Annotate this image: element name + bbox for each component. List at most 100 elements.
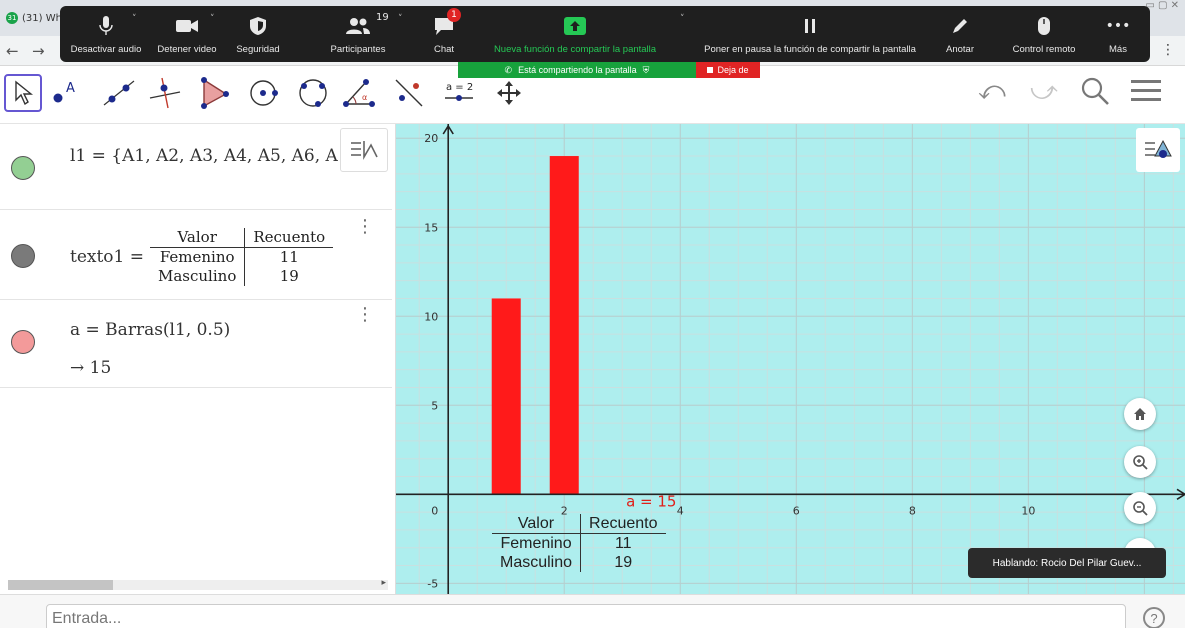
chat-label: Chat <box>433 44 455 55</box>
y-tick-label: 10 <box>424 310 438 323</box>
tab-notification-badge: 31 <box>6 12 18 24</box>
more-button[interactable]: ••• Más <box>1090 6 1146 62</box>
table-cell: Femenino <box>150 247 246 267</box>
stop-video-button[interactable]: ˅ Detener video <box>148 6 226 62</box>
scroll-right-arrow-icon[interactable]: ▸ <box>381 578 386 588</box>
table-cell: 19 <box>614 554 633 571</box>
x-tick-label: 8 <box>909 504 916 517</box>
visibility-toggle-texto1[interactable] <box>11 244 35 268</box>
chevron-down-icon[interactable]: ˅ <box>132 14 137 24</box>
row-menu-icon[interactable]: ⋮ <box>356 216 374 237</box>
undo-icon[interactable]: ⤺ <box>978 76 1006 107</box>
stop-share-button[interactable]: Deja de <box>696 62 760 78</box>
row-menu-icon[interactable]: ⋮ <box>356 304 374 325</box>
mute-audio-label: Desactivar audio <box>70 44 142 55</box>
point-tool-icon[interactable]: A <box>46 74 84 112</box>
x-tick-label: 4 <box>677 504 684 517</box>
table-header: Recuento <box>244 228 334 248</box>
annotate-button[interactable]: Anotar <box>934 6 986 62</box>
chevron-down-icon[interactable]: ˅ <box>398 14 403 24</box>
line-tool-icon[interactable] <box>100 74 138 112</box>
more-label: Más <box>1109 44 1127 55</box>
y-tick-label: -5 <box>427 577 438 590</box>
forward-arrow-icon[interactable]: → <box>32 42 45 60</box>
security-button[interactable]: Seguridad <box>226 6 290 62</box>
y-tick-label: 20 <box>424 132 438 145</box>
chevron-down-icon[interactable]: ˅ <box>210 14 215 24</box>
bars-definition: a = Barras(l1, 0.5) <box>70 320 231 340</box>
zoom-in-icon[interactable] <box>1124 446 1156 478</box>
redo-icon[interactable]: ⤻ <box>1030 76 1058 107</box>
pause-share-button[interactable]: Poner en pausa la función de compartir l… <box>678 6 942 62</box>
graphics-style-button[interactable] <box>1136 128 1180 172</box>
bars-value-annotation: a = 15 <box>626 492 676 510</box>
table-cell: Femenino <box>492 533 582 553</box>
graphics-view[interactable]: 24681012-551015200a = 15 ValorRecuento F… <box>396 124 1185 594</box>
move-tool-icon[interactable] <box>4 74 42 112</box>
y-tick-label: 15 <box>424 221 438 234</box>
visibility-toggle-a[interactable] <box>11 330 35 354</box>
new-share-button[interactable]: ˅ Nueva función de compartir la pantalla <box>480 6 685 62</box>
bar <box>491 298 521 495</box>
mute-audio-button[interactable]: ˅ Desactivar audio <box>64 6 148 62</box>
participants-count: 19 <box>376 12 389 23</box>
remote-control-label: Control remoto <box>1012 44 1076 55</box>
algebra-style-button[interactable] <box>340 128 388 172</box>
slider-tool-label: a = 2 <box>446 82 473 93</box>
graph-frequency-table: Valor Recuento Femenino 11 Masculino 19 <box>492 514 666 572</box>
command-input[interactable] <box>46 604 1126 628</box>
table-cell: 19 <box>279 267 299 285</box>
back-arrow-icon[interactable]: ← <box>6 42 19 60</box>
svg-text:α: α <box>362 93 367 102</box>
stop-video-label: Detener video <box>157 44 217 55</box>
algebra-row-a[interactable]: a = Barras(l1, 0.5) → 15 ⋮ <box>0 300 392 388</box>
frequency-table: Valor Recuento Femenino 11 Masculino 19 <box>150 228 334 286</box>
algebra-row-l1[interactable]: l1 = {A1, A2, A3, A4, A5, A6, A <box>0 124 392 210</box>
browser-menu-icon[interactable]: ⋮ <box>1161 42 1175 58</box>
browser-tab[interactable]: 31 (31) Wh <box>6 6 66 30</box>
perpendicular-tool-icon[interactable] <box>146 74 184 112</box>
shield-icon: ⛨ <box>642 64 650 75</box>
zoom-out-icon[interactable] <box>1124 492 1156 524</box>
move-graphics-icon[interactable] <box>490 74 528 112</box>
help-icon[interactable]: ? <box>1143 607 1165 628</box>
table-header: Valor <box>150 228 246 248</box>
table-header: Valor <box>492 514 582 534</box>
participants-button[interactable]: 19 ˅ Participantes <box>310 6 406 62</box>
algebra-scrollbar[interactable]: ▸ <box>8 578 388 590</box>
svg-text:A: A <box>66 81 75 96</box>
sharing-status-banner: ✆ Está compartiendo la pantalla ⛨ <box>458 62 696 78</box>
chat-button[interactable]: 1 Chat <box>416 6 472 62</box>
visibility-toggle-l1[interactable] <box>11 156 35 180</box>
polygon-tool-icon[interactable] <box>194 74 232 112</box>
angle-tool-icon[interactable]: α <box>340 74 378 112</box>
command-input-placeholder: Entrada... <box>52 610 122 627</box>
circle-three-points-icon[interactable] <box>294 74 332 112</box>
stop-icon <box>707 67 714 73</box>
stop-share-label: Deja de <box>717 65 749 75</box>
table-cell: Masculino <box>150 267 246 286</box>
chat-notification-badge: 1 <box>447 8 461 22</box>
sharing-status-text: Está compartiendo la pantalla <box>518 65 637 75</box>
annotate-label: Anotar <box>946 44 974 55</box>
text-definition-label: texto1 = <box>70 247 145 267</box>
list-definition: l1 = {A1, A2, A3, A4, A5, A6, A <box>70 146 338 166</box>
algebra-row-texto1[interactable]: texto1 = Valor Recuento Femenino 11 Mascul… <box>0 210 392 300</box>
participants-label: Participantes <box>330 44 386 55</box>
search-icon[interactable] <box>1080 76 1110 113</box>
scrollbar-thumb[interactable] <box>8 580 113 590</box>
y-tick-label: 5 <box>431 399 438 412</box>
x-tick-label: 10 <box>1021 504 1035 517</box>
bar <box>549 156 579 495</box>
table-cell: 11 <box>279 248 299 266</box>
active-speaker-indicator: Hablando: Rocio Del Pilar Guev... <box>968 548 1166 578</box>
menu-icon[interactable] <box>1130 76 1162 113</box>
slider-tool-icon[interactable]: a = 2 <box>440 74 478 112</box>
tab-title: (31) Wh <box>22 12 62 24</box>
remote-control-button[interactable]: Control remoto <box>1000 6 1088 62</box>
circle-tool-icon[interactable] <box>244 74 282 112</box>
home-icon[interactable] <box>1124 398 1156 430</box>
table-cell: 11 <box>614 535 632 552</box>
reflect-tool-icon[interactable] <box>390 74 428 112</box>
phone-icon: ✆ <box>504 64 513 75</box>
